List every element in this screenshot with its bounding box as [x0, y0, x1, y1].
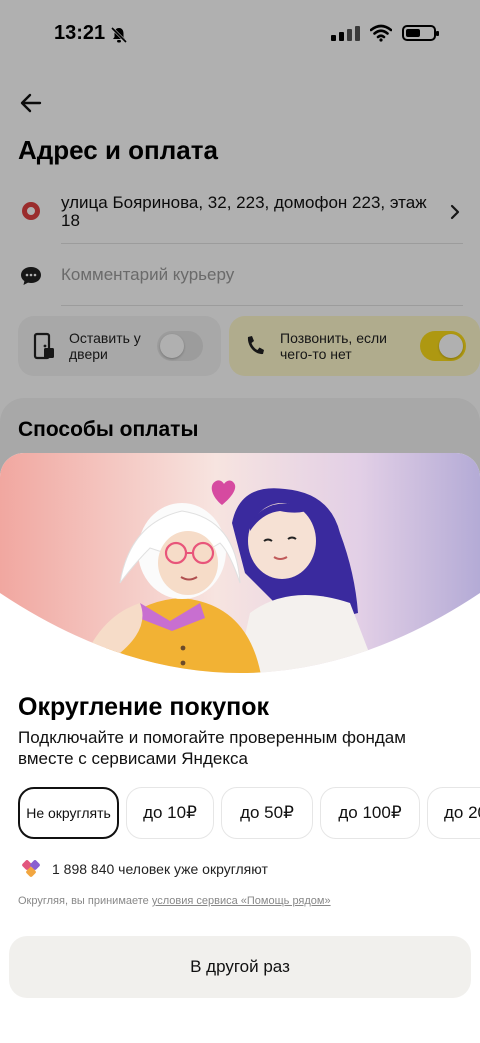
terms-link[interactable]: условия сервиса «Помощь рядом» [152, 895, 331, 907]
round-up-options: Не округлять до 10₽ до 50₽ до 100₽ до 20 [18, 787, 480, 841]
terms-notice: Округляя, вы принимаете условия сервиса … [18, 895, 331, 907]
chip-up-to-100[interactable]: до 100₽ [320, 787, 420, 839]
round-up-illustration [0, 453, 480, 673]
round-up-bottom-sheet: Округление покупок Подключайте и помогай… [0, 453, 480, 1043]
participants-stats: 1 898 840 человек уже округляют [18, 857, 458, 881]
chip-up-to-50[interactable]: до 50₽ [221, 787, 313, 839]
sheet-subtitle: Подключайте и помогайте проверенным фонд… [18, 728, 406, 768]
sheet-title: Округление покупок [18, 693, 270, 721]
chip-up-to-200[interactable]: до 20 [427, 787, 480, 839]
later-button[interactable]: В другой раз [9, 936, 471, 998]
help-nearby-logo-icon [22, 860, 40, 877]
chip-no-round[interactable]: Не округлять [18, 787, 119, 839]
participants-count-text: 1 898 840 человек уже округляют [52, 861, 268, 877]
chip-up-to-10[interactable]: до 10₽ [126, 787, 214, 839]
terms-prefix: Округляя, вы принимаете [18, 895, 152, 907]
